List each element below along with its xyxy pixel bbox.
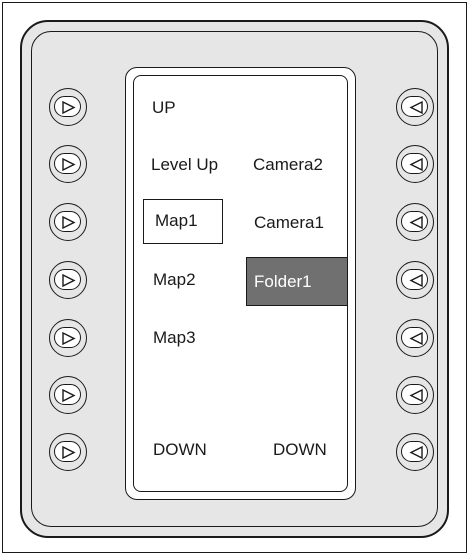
triangle-right-icon [62, 215, 76, 230]
triangle-left-icon [409, 388, 423, 403]
triangle-left-icon [409, 157, 423, 172]
screen-label-level-up[interactable]: Level Up [151, 155, 218, 175]
right-soft-key-1[interactable] [396, 88, 434, 126]
left-soft-key-2[interactable] [49, 145, 87, 183]
left-soft-key-3[interactable] [49, 203, 87, 241]
left-soft-key-6[interactable] [49, 376, 87, 414]
triangle-left-icon [409, 100, 423, 115]
left-soft-key-1[interactable] [49, 88, 87, 126]
screen-label-down-right[interactable]: DOWN [273, 440, 327, 460]
right-soft-key-7[interactable] [396, 433, 434, 471]
left-soft-key-4[interactable] [49, 261, 87, 299]
screen-label-map3[interactable]: Map3 [153, 328, 196, 348]
triangle-right-icon [62, 273, 76, 288]
triangle-left-icon [409, 273, 423, 288]
screen-label-camera2[interactable]: Camera2 [253, 155, 323, 175]
triangle-right-icon [62, 157, 76, 172]
screen-label-camera1[interactable]: Camera1 [254, 213, 324, 233]
right-soft-key-6[interactable] [396, 376, 434, 414]
triangle-left-icon [409, 215, 423, 230]
screen-label-down-left[interactable]: DOWN [153, 440, 207, 460]
screen-label-up[interactable]: UP [152, 98, 176, 118]
left-soft-key-7[interactable] [49, 433, 87, 471]
triangle-right-icon [62, 100, 76, 115]
screen-label-folder1[interactable]: Folder1 [254, 272, 312, 292]
right-soft-key-3[interactable] [396, 203, 434, 241]
triangle-left-icon [409, 445, 423, 460]
triangle-right-icon [62, 331, 76, 346]
right-soft-key-2[interactable] [396, 145, 434, 183]
left-soft-key-5[interactable] [49, 319, 87, 357]
triangle-right-icon [62, 388, 76, 403]
screen-label-map2[interactable]: Map2 [153, 270, 196, 290]
triangle-right-icon [62, 445, 76, 460]
right-soft-key-5[interactable] [396, 319, 434, 357]
screen-label-map1[interactable]: Map1 [155, 211, 198, 231]
triangle-left-icon [409, 331, 423, 346]
right-soft-key-4[interactable] [396, 261, 434, 299]
